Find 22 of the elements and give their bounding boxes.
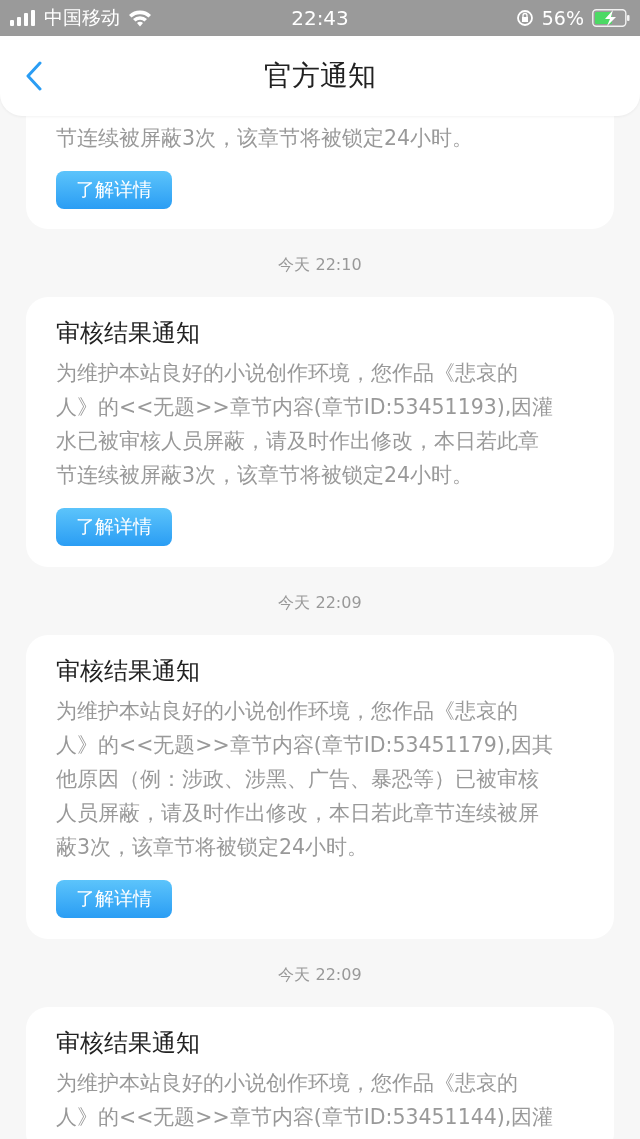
wifi-icon [128,9,152,27]
notice-title: 审核结果通知 [56,1028,201,1059]
timestamp: 今天 22:10 [278,254,362,276]
rotation-lock-icon [515,9,534,27]
clock-time: 22:43 [291,6,349,30]
notice-text: 为维护本站良好的小说创作环境，您作品《悲哀的 人》的<<无题>>章节内容(章节ID:53451193),因灌 水已被审核人员屏蔽，请及时作出修改，本日若此章 节连续被屏蔽3次，该章节将被锁定24小时。 [56,360,555,489]
notice-text: 为维护本站良好的小说创作环境，您作品《悲哀的 人》的<<无题>>章节内容(章节ID:53451144),因灌 [56,1070,555,1131]
carrier-name: 中国移动 [44,5,120,30]
notice-title: 审核结果通知 [56,656,201,687]
details-button[interactable]: 了解详情 [56,880,172,918]
timestamp: 今天 22:09 [278,592,362,614]
timestamp: 今天 22:09 [278,964,362,986]
details-button[interactable]: 了解详情 [56,508,172,546]
page-title: 官方通知 [264,58,376,94]
back-icon[interactable] [26,61,42,91]
notice-text: 为维护本站良好的小说创作环境，您作品《悲哀的 人》的<<无题>>章节内容(章节ID:53451179),因其 他原因（例：涉政、涉黑、广告、暴恐等）已被审核 人员屏蔽，请及时作出修改，本日若此章节连续被屏 蔽3次，该章节将被锁定24小时。 [56,698,555,861]
battery-charging-icon [592,9,630,27]
notice-title: 审核结果通知 [56,318,201,349]
notice-text: 节连续被屏蔽3次，该章节将被锁定24小时。 [56,125,475,152]
signal-icon [10,10,36,26]
battery-percent: 56% [541,7,584,29]
details-button[interactable]: 了解详情 [56,171,172,209]
